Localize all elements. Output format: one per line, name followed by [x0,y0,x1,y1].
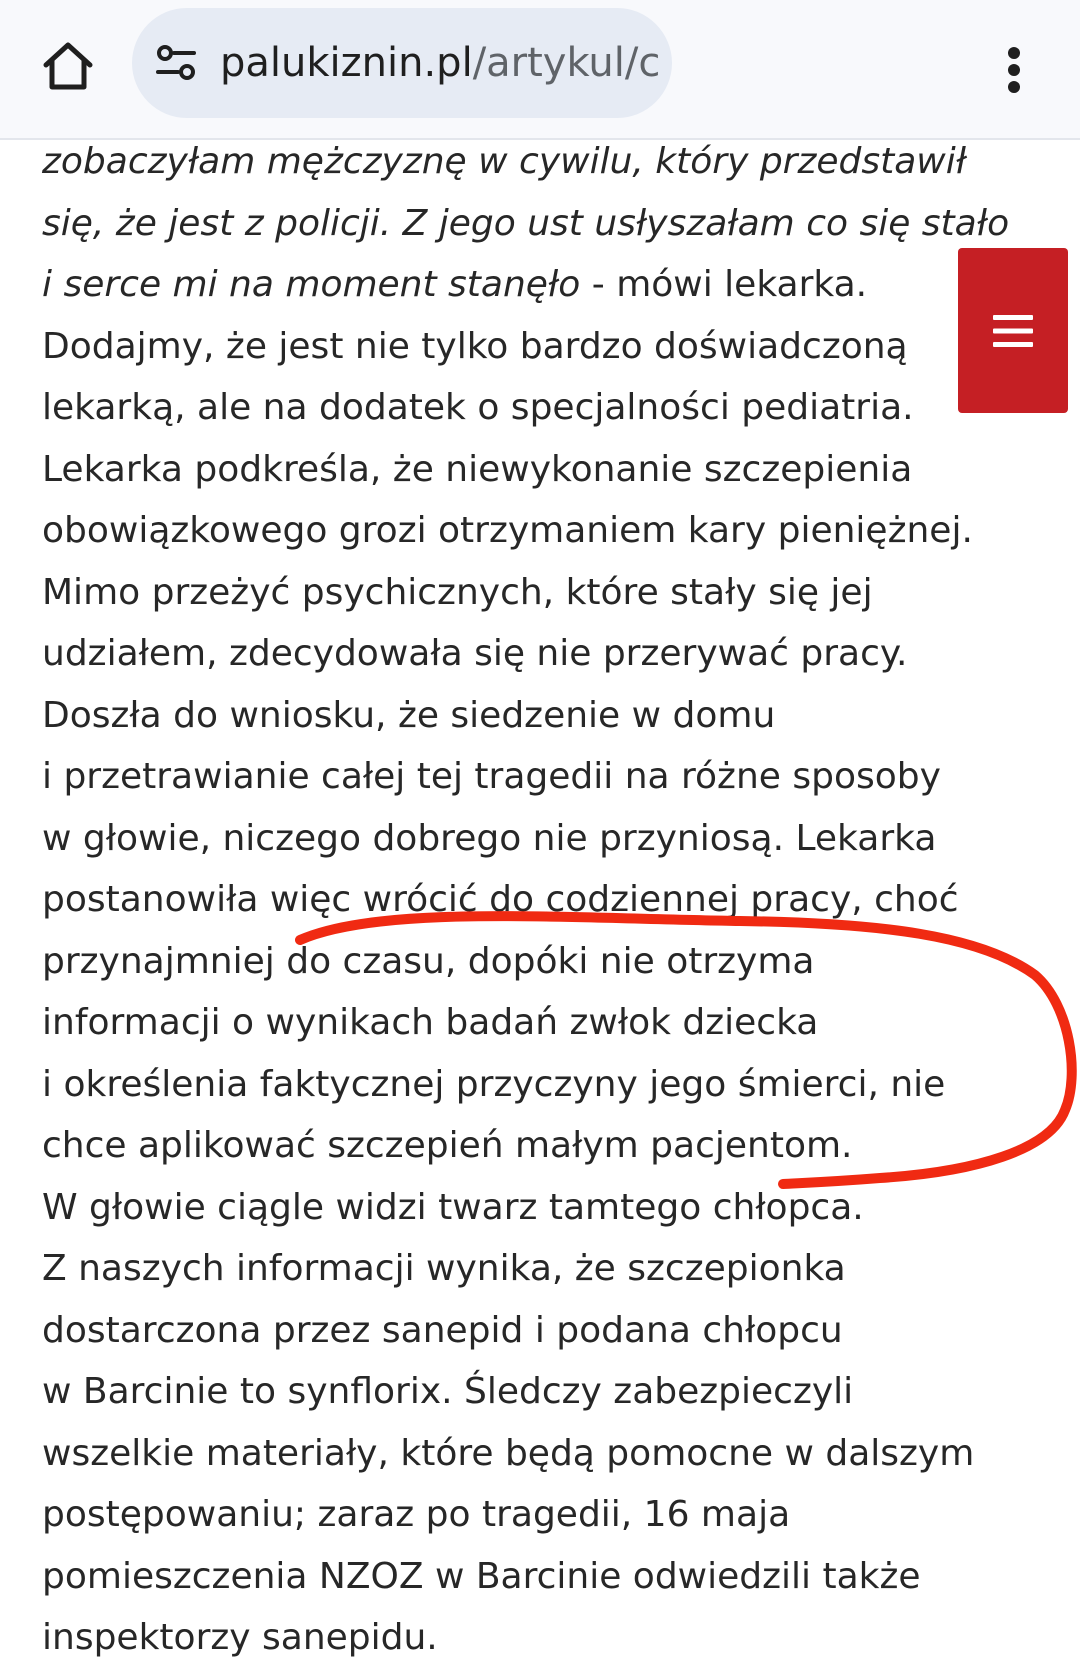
tune-icon[interactable] [154,41,198,85]
article-line: wszelkie materiały, które będą pomocne w… [42,1423,1062,1485]
body-text: inspektorzy sanepidu. [42,1617,438,1658]
article-line: w głowie, niczego dobrego nie przyniosą.… [42,808,1062,870]
body-text: chce aplikować szczepień małym pacjentom… [42,1125,853,1166]
body-text: informacji o wynikach badań zwłok dzieck… [42,1002,819,1043]
more-vert-icon [1008,47,1020,93]
article-line: zobaczyłam mężczyznę w cywilu, który prz… [42,131,1062,193]
article-line: chce aplikować szczepień małym pacjentom… [42,1115,1062,1177]
body-text: Lekarka podkreśla, że niewykonanie szcze… [42,448,913,490]
body-text: - mówi lekarka. [580,264,868,305]
body-text: Z naszych informacji wynika, że szczepio… [42,1248,846,1289]
article-line: pomieszczenia NZOZ w Barcinie odwiedzili… [42,1546,1062,1608]
body-text: udziałem, zdecydowała się nie przerywać … [42,633,908,674]
body-text: dostarczona przez sanepid i podana chłop… [42,1309,843,1351]
article-line: postanowiła więc wrócić do codziennej pr… [42,869,1062,931]
body-text: lekarką, ale na dodatek o specjalności p… [42,387,914,428]
url-path: /artykul/c [472,40,661,86]
article-line: się, że jest z policji. Z jego ust usłys… [42,193,1062,255]
article-line: Doszła do wniosku, że siedzenie w domu [42,685,1062,747]
body-text: w Barcinie to synflorix. Śledczy zabezpi… [42,1371,854,1412]
article-line: i serce mi na moment stanęło - mówi leka… [42,254,1062,316]
home-button[interactable] [28,26,108,106]
page: palukiznin.pl/artykul/c zobaczyłam mężcz… [0,0,1080,1677]
body-text: i przetrawianie całej tej tragedii na ró… [42,756,941,797]
address-bar[interactable]: palukiznin.pl/artykul/c [132,8,672,118]
quote-text: i serce mi na moment stanęło [42,264,581,305]
article-line: lekarką, ale na dodatek o specjalności p… [42,377,1062,439]
article-line: Mimo przeżyć psychicznych, które stały s… [42,562,1062,624]
article-line: i określenia faktycznej przyczyny jego ś… [42,1054,1062,1116]
hamburger-menu-icon [993,314,1033,347]
body-text: Dodajmy, że jest nie tylko bardzo doświa… [42,325,908,367]
body-text: przynajmniej do czasu, dopóki nie otrzym… [42,940,815,982]
body-text: postępowaniu; zaraz po tragedii, 16 maja [42,1494,791,1535]
article-line: Dodajmy, że jest nie tylko bardzo doświa… [42,316,1062,378]
url-domain: palukiznin.pl [220,40,473,86]
article-line: Z naszych informacji wynika, że szczepio… [42,1238,1062,1300]
home-icon [43,42,93,90]
article-line: przynajmniej do czasu, dopóki nie otrzym… [42,931,1062,993]
body-text: W głowie ciągle widzi twarz tamtego chło… [42,1186,864,1228]
article-line: postępowaniu; zaraz po tragedii, 16 maja [42,1484,1062,1546]
url-text[interactable]: palukiznin.pl/artykul/c [220,8,660,118]
article-line: i przetrawianie całej tej tragedii na ró… [42,746,1062,808]
body-text: Mimo przeżyć psychicznych, które stały s… [42,571,873,613]
quote-text: zobaczyłam mężczyznę w cywilu, który prz… [42,141,967,182]
body-text: obowiązkowego grozi otrzymaniem kary pie… [42,510,973,551]
body-text: postanowiła więc wrócić do codziennej pr… [42,879,959,920]
article-line: W głowie ciągle widzi twarz tamtego chło… [42,1177,1062,1239]
body-text: w głowie, niczego dobrego nie przyniosą.… [42,817,937,859]
browser-toolbar: palukiznin.pl/artykul/c [0,0,1080,140]
quote-text: się, że jest z policji. Z jego ust usłys… [42,202,1010,244]
article-line: w Barcinie to synflorix. Śledczy zabezpi… [42,1361,1062,1423]
article-line: inspektorzy sanepidu. [42,1607,1062,1669]
body-text: pomieszczenia NZOZ w Barcinie odwiedzili… [42,1555,921,1597]
article-line: obowiązkowego grozi otrzymaniem kary pie… [42,500,1062,562]
browser-menu-button[interactable] [994,30,1034,110]
article-line: Lekarka podkreśla, że niewykonanie szcze… [42,439,1062,501]
floating-menu-button[interactable] [958,248,1068,413]
article-line: dostarczona przez sanepid i podana chłop… [42,1300,1062,1362]
article-line: udziałem, zdecydowała się nie przerywać … [42,623,1062,685]
body-text: wszelkie materiały, które będą pomocne w… [42,1432,975,1474]
article-body: zobaczyłam mężczyznę w cywilu, który prz… [42,131,1062,1669]
article-line: informacji o wynikach badań zwłok dzieck… [42,992,1062,1054]
body-text: i określenia faktycznej przyczyny jego ś… [42,1063,946,1105]
body-text: Doszła do wniosku, że siedzenie w domu [42,694,776,736]
